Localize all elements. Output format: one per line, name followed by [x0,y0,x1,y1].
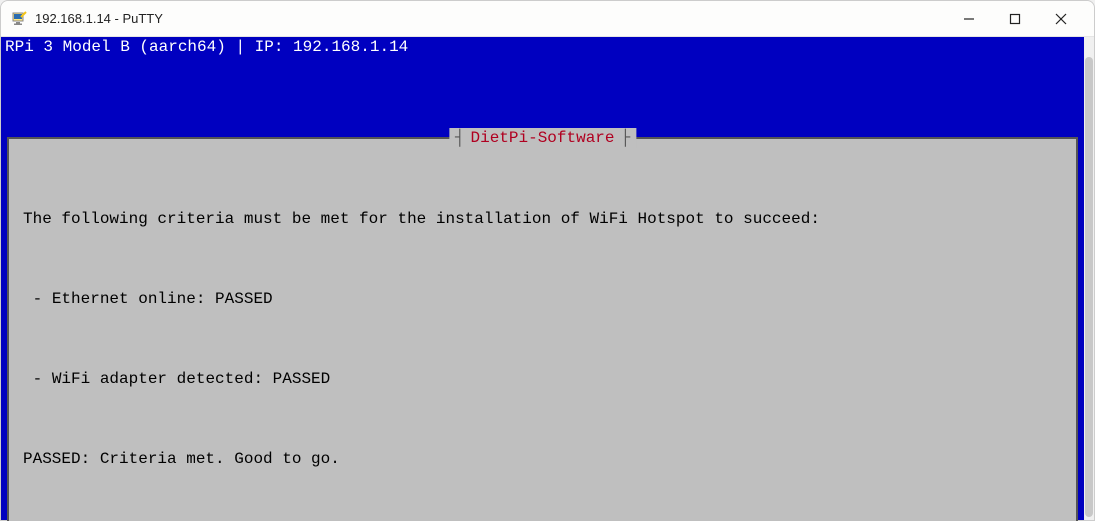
dialog-title-wrap: ┤ DietPi-Software ├ [449,128,636,148]
window-controls [946,1,1084,37]
dietpi-dialog: ┤ DietPi-Software ├ The following criter… [7,137,1078,521]
terminal-area[interactable]: RPi 3 Model B (aarch64) | IP: 192.168.1.… [1,37,1094,520]
close-button[interactable] [1038,1,1084,37]
dialog-body: The following criteria must be met for t… [23,169,1062,521]
criteria-result: PASSED: Criteria met. Good to go. [23,449,1062,469]
dialog-wrapper: ┤ DietPi-Software ├ The following criter… [7,137,1078,521]
status-line: RPi 3 Model B (aarch64) | IP: 192.168.1.… [1,37,1084,57]
criteria-wifi: - WiFi adapter detected: PASSED [23,369,1062,389]
dialog-intro: The following criteria must be met for t… [23,209,1062,229]
dialog-title: DietPi-Software [470,128,614,148]
window-title: 192.168.1.14 - PuTTY [35,11,946,26]
scrollbar-track[interactable] [1084,37,1094,520]
criteria-ethernet: - Ethernet online: PASSED [23,289,1062,309]
scrollbar-thumb[interactable] [1085,57,1093,517]
minimize-button[interactable] [946,1,992,37]
title-bar-right: ├ [621,128,631,148]
title-bar-left: ┤ [455,128,465,148]
maximize-button[interactable] [992,1,1038,37]
titlebar[interactable]: 192.168.1.14 - PuTTY [1,1,1094,37]
putty-window: 192.168.1.14 - PuTTY RPi 3 Model B (aarc… [0,0,1095,521]
putty-icon [11,11,27,27]
